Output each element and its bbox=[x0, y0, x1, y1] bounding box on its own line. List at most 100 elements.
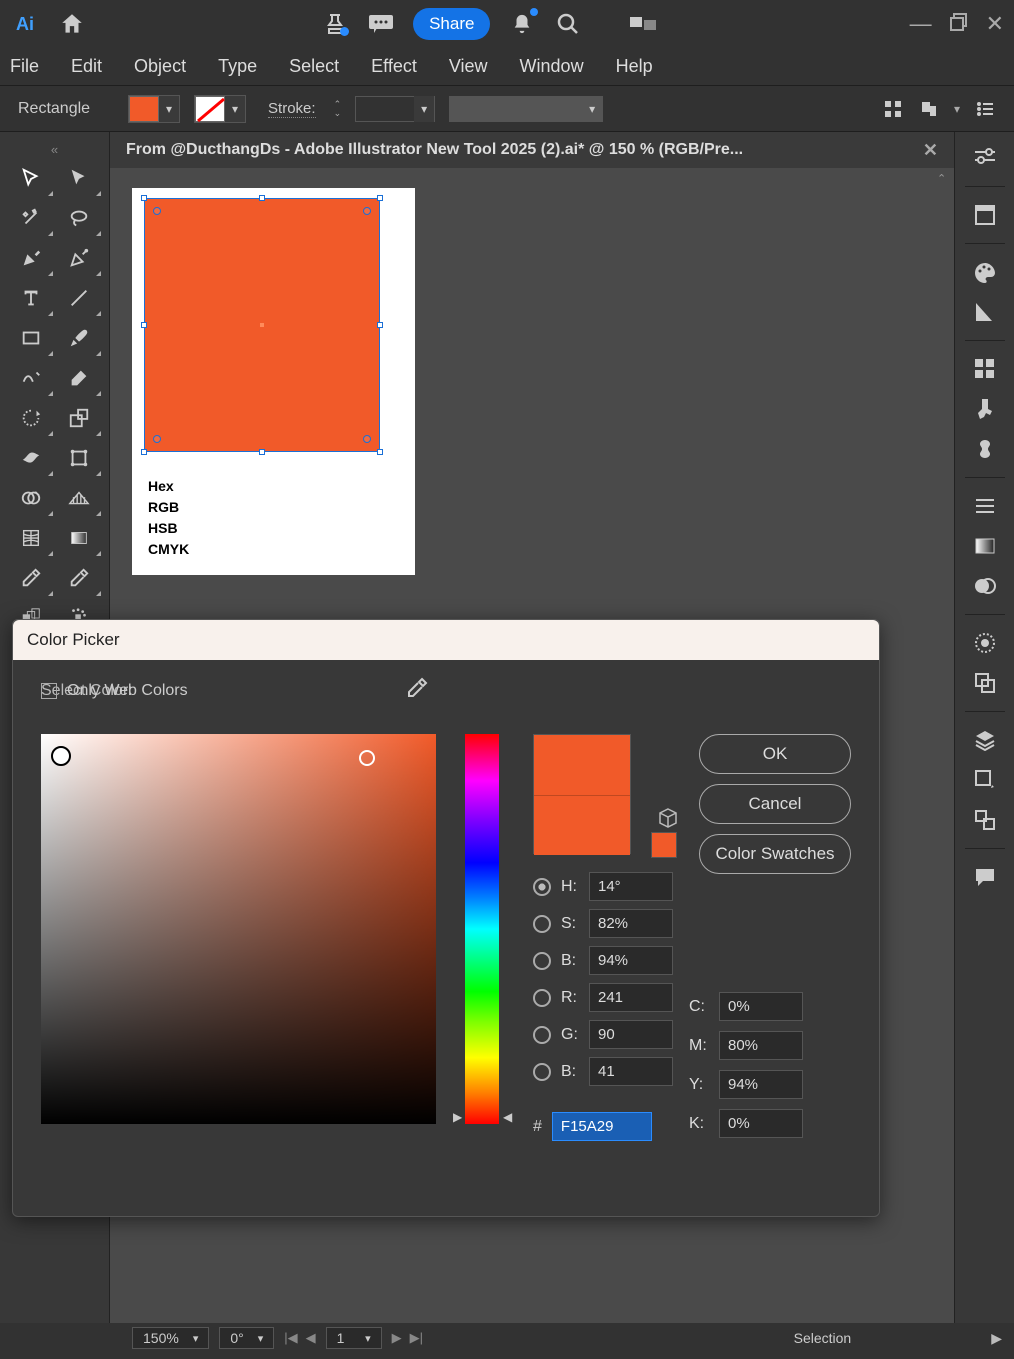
eyedropper-tool[interactable] bbox=[8, 559, 54, 597]
radio-s[interactable] bbox=[533, 915, 551, 933]
close-button[interactable]: ✕ bbox=[986, 13, 1004, 35]
swatches-panel-icon[interactable] bbox=[965, 351, 1005, 387]
chevron-down-icon[interactable]: ▾ bbox=[225, 96, 245, 122]
input-y[interactable] bbox=[719, 1070, 803, 1099]
free-transform-tool[interactable] bbox=[56, 439, 102, 477]
vertical-scrollbar[interactable]: ⌃ bbox=[934, 170, 952, 1321]
perspective-grid-tool[interactable] bbox=[56, 479, 102, 517]
cancel-button[interactable]: Cancel bbox=[699, 784, 851, 824]
lasso-tool[interactable] bbox=[56, 199, 102, 237]
corner-widget-br[interactable] bbox=[363, 435, 371, 443]
comments-panel-icon[interactable] bbox=[965, 859, 1005, 895]
hue-slider[interactable] bbox=[465, 734, 499, 1124]
menu-file[interactable]: File bbox=[8, 50, 41, 83]
notifications-icon[interactable] bbox=[508, 10, 536, 38]
chevron-down-icon[interactable]: ▾ bbox=[159, 96, 179, 122]
transparency-panel-icon[interactable] bbox=[965, 568, 1005, 604]
chevron-down-icon[interactable]: ▾ bbox=[365, 1332, 371, 1345]
list-icon[interactable] bbox=[974, 98, 996, 120]
rotate-tool[interactable] bbox=[8, 399, 54, 437]
libraries-panel-icon[interactable] bbox=[965, 197, 1005, 233]
chevron-down-icon[interactable]: ▾ bbox=[582, 96, 602, 122]
handle-bot-right[interactable] bbox=[377, 449, 383, 455]
direct-selection-tool[interactable] bbox=[56, 159, 102, 197]
stroke-weight-dropdown[interactable]: ▾ bbox=[355, 96, 435, 122]
stepper-down-icon[interactable]: ⌄ bbox=[334, 109, 342, 118]
input-h[interactable] bbox=[589, 872, 673, 901]
scroll-up-icon[interactable]: ⌃ bbox=[937, 172, 946, 185]
align-icon[interactable] bbox=[882, 98, 904, 120]
gradient-panel-icon[interactable] bbox=[965, 528, 1005, 564]
radio-b2[interactable] bbox=[533, 1063, 551, 1081]
handle-bot-left[interactable] bbox=[141, 449, 147, 455]
chevron-down-icon[interactable]: ▾ bbox=[258, 1332, 264, 1345]
last-artboard-icon[interactable]: ▶| bbox=[410, 1330, 423, 1346]
radio-h[interactable] bbox=[533, 878, 551, 896]
radio-b[interactable] bbox=[533, 952, 551, 970]
search-icon[interactable] bbox=[554, 10, 582, 38]
eyedropper-icon[interactable] bbox=[405, 676, 429, 700]
comment-icon[interactable] bbox=[367, 10, 395, 38]
menu-type[interactable]: Type bbox=[216, 50, 259, 83]
appearance-panel-icon[interactable] bbox=[965, 625, 1005, 661]
stroke-label[interactable]: Stroke: bbox=[268, 100, 316, 118]
menu-edit[interactable]: Edit bbox=[69, 50, 104, 83]
first-artboard-icon[interactable]: |◀ bbox=[284, 1330, 297, 1346]
discover-icon[interactable] bbox=[321, 10, 349, 38]
input-s[interactable] bbox=[589, 909, 673, 938]
collapse-icon[interactable]: « bbox=[0, 142, 109, 157]
graphic-styles-panel-icon[interactable] bbox=[965, 665, 1005, 701]
chevron-down-icon[interactable]: ▾ bbox=[414, 96, 434, 122]
home-icon[interactable] bbox=[58, 10, 86, 38]
handle-top-left[interactable] bbox=[141, 195, 147, 201]
status-expand-icon[interactable]: ▶ bbox=[991, 1330, 1002, 1347]
selected-rectangle[interactable] bbox=[144, 198, 380, 452]
handle-mid-right[interactable] bbox=[377, 322, 383, 328]
color-swatches-button[interactable]: Color Swatches bbox=[699, 834, 851, 874]
out-of-gamut-icon[interactable] bbox=[659, 808, 677, 828]
radio-r[interactable] bbox=[533, 989, 551, 1007]
input-k[interactable] bbox=[719, 1109, 803, 1138]
sb-marker-current[interactable] bbox=[359, 750, 375, 766]
symbols-panel-icon[interactable] bbox=[965, 431, 1005, 467]
gradient-tool[interactable] bbox=[56, 519, 102, 557]
width-tool[interactable] bbox=[8, 439, 54, 477]
rectangle-tool[interactable] bbox=[8, 319, 54, 357]
menu-window[interactable]: Window bbox=[518, 50, 586, 83]
prev-artboard-icon[interactable]: ◀ bbox=[306, 1330, 316, 1346]
fill-swatch[interactable]: ▾ bbox=[128, 95, 180, 123]
corner-widget-bl[interactable] bbox=[153, 435, 161, 443]
handle-bot-mid[interactable] bbox=[259, 449, 265, 455]
zoom-combo[interactable]: 150%▾ bbox=[132, 1327, 209, 1349]
shape-builder-tool[interactable] bbox=[8, 479, 54, 517]
brush-dropdown[interactable]: ▾ bbox=[449, 96, 603, 122]
menu-help[interactable]: Help bbox=[614, 50, 655, 83]
next-artboard-icon[interactable]: ▶ bbox=[392, 1330, 402, 1346]
menu-view[interactable]: View bbox=[447, 50, 490, 83]
only-web-colors-checkbox[interactable] bbox=[41, 683, 57, 699]
document-tab[interactable]: From @DucthangDs - Adobe Illustrator New… bbox=[110, 140, 954, 161]
input-c[interactable] bbox=[719, 992, 803, 1021]
mesh-tool[interactable] bbox=[8, 519, 54, 557]
handle-top-mid[interactable] bbox=[259, 195, 265, 201]
properties-panel-icon[interactable] bbox=[965, 140, 1005, 176]
maximize-button[interactable] bbox=[950, 13, 968, 35]
chevron-down-icon[interactable]: ▾ bbox=[954, 102, 960, 116]
pen-tool[interactable] bbox=[8, 239, 54, 277]
saturation-brightness-field[interactable] bbox=[41, 734, 436, 1124]
scale-tool[interactable] bbox=[56, 399, 102, 437]
input-g[interactable] bbox=[589, 1020, 673, 1049]
input-b2[interactable] bbox=[589, 1057, 673, 1086]
asset-export-panel-icon[interactable] bbox=[965, 762, 1005, 798]
menu-effect[interactable]: Effect bbox=[369, 50, 419, 83]
handle-mid-left[interactable] bbox=[141, 322, 147, 328]
hex-input[interactable] bbox=[552, 1112, 652, 1141]
chevron-down-icon[interactable]: ▾ bbox=[193, 1332, 199, 1345]
color-panel-icon[interactable] bbox=[965, 254, 1005, 290]
menu-select[interactable]: Select bbox=[287, 50, 341, 83]
eraser-tool[interactable] bbox=[56, 359, 102, 397]
measure-tool[interactable] bbox=[56, 559, 102, 597]
handle-top-right[interactable] bbox=[377, 195, 383, 201]
gamut-swatch[interactable] bbox=[651, 832, 677, 858]
input-m[interactable] bbox=[719, 1031, 803, 1060]
